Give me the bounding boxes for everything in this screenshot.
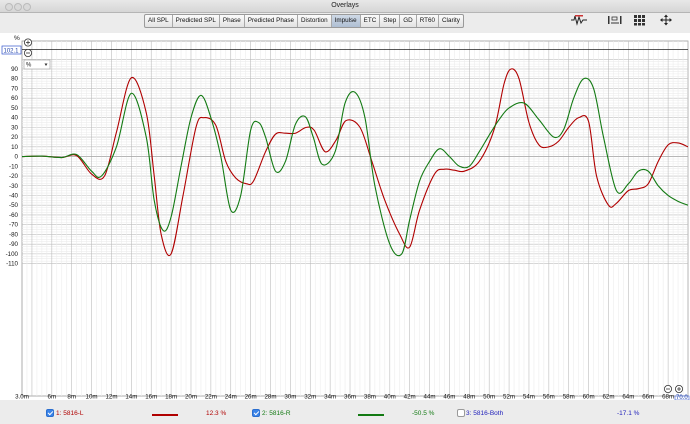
x-end-value: 70.0: [676, 395, 688, 401]
x-tick-label: 36m: [344, 394, 356, 401]
y-tick-label: -20: [9, 173, 19, 180]
x-tick-label: 46m: [443, 394, 455, 401]
x-tick-label: 64m: [622, 394, 634, 401]
impulse-chart[interactable]: 90 80 70 60 50 40 30 20 10 0 -10 -20 -30 -40 -50 -60 -70…: [0, 33, 690, 401]
x-tick-label: 14m: [125, 394, 137, 401]
y-tick-labels: 90 80 70 60 50 40 30 20 10 0 -10 -20 -30 -40 -50 -60 -70…: [6, 66, 19, 268]
y-tick-label: 30: [11, 124, 18, 131]
tab-clarity[interactable]: Clarity: [439, 15, 463, 27]
y-tick-label: 40: [11, 115, 18, 122]
x-tick-label: 10m: [86, 394, 98, 401]
series-1-cursor-value: 12.3 %: [206, 410, 227, 417]
y-tick-label: -80: [9, 231, 19, 238]
y-tick-label: 20: [11, 134, 18, 141]
x-tick-label: 50m: [483, 394, 495, 401]
y-tick-label: 80: [11, 76, 18, 83]
tab-all-spl[interactable]: All SPL: [145, 15, 173, 27]
x-tick-label: 44m: [424, 394, 436, 401]
series-2-checkbox[interactable]: [252, 409, 260, 417]
x-tick-label: 6m: [48, 394, 57, 401]
y-tick-label: -90: [9, 241, 19, 248]
y-tick-label: 10: [11, 144, 18, 151]
zoom-out-top-icon[interactable]: [23, 48, 32, 57]
unit-select-value: %: [26, 63, 32, 69]
x-tick-label: 3.0m: [15, 394, 29, 401]
x-tick-label: 24m: [225, 394, 237, 401]
x-tick-label: 34m: [324, 394, 336, 401]
move-arrows-icon[interactable]: [657, 14, 675, 26]
series-2-label[interactable]: 2: 5816-R: [262, 409, 291, 419]
title-bar: Overlays: [0, 0, 690, 13]
x-tick-label: 52m: [503, 394, 515, 401]
y-top-value: 102.1: [4, 48, 20, 54]
zoom-in-top-icon[interactable]: [23, 38, 32, 47]
tab-phase[interactable]: Phase: [220, 15, 245, 27]
grid-icon[interactable]: [630, 14, 648, 26]
x-tick-label: 60m: [583, 394, 595, 401]
x-tick-label: 20m: [185, 394, 197, 401]
waveform-capture-icon[interactable]: [570, 14, 588, 26]
series-1-label[interactable]: 1: 5816-L: [56, 409, 83, 419]
series-2-color-swatch: [358, 414, 384, 416]
tab-impulse[interactable]: Impulse: [331, 15, 361, 27]
series-2-cursor-value: -50.5 %: [412, 410, 435, 417]
impulse-graph-panel: 90 80 70 60 50 40 30 20 10 0 -10 -20 -30 -40 -50 -60 -70…: [0, 33, 690, 401]
x-tick-label: 18m: [165, 394, 177, 401]
tab-step[interactable]: Step: [380, 15, 401, 27]
series-3-cursor-value: -17.1 %: [617, 410, 640, 417]
marker-controls-icon[interactable]: [606, 14, 624, 26]
x-tick-label: 22m: [205, 394, 217, 401]
tab-etc[interactable]: ETC: [361, 15, 381, 27]
unit-select[interactable]: %: [23, 59, 51, 70]
x-tick-label: 16m: [145, 394, 157, 401]
y-unit-label: %: [14, 35, 20, 42]
y-tick-label: -10: [9, 163, 19, 170]
series-1-color-swatch: [152, 414, 178, 416]
tab-predicted-phase[interactable]: Predicted Phase: [245, 15, 298, 27]
x-tick-label: 56m: [543, 394, 555, 401]
tab-distortion[interactable]: Distortion: [298, 15, 332, 27]
series-3-checkbox[interactable]: [457, 409, 465, 417]
x-tick-label: 38m: [364, 394, 376, 401]
x-tick-label: 58m: [563, 394, 575, 401]
series-1-checkbox[interactable]: [46, 409, 54, 417]
x-tick-label: 32m: [304, 394, 316, 401]
y-tick-label: -70: [9, 222, 19, 229]
graph-tab-bar: All SPL Predicted SPL Phase Predicted Phase…: [144, 14, 464, 28]
window-title: Overlays: [331, 2, 359, 9]
y-tick-label: -110: [6, 261, 18, 268]
zoom-in-bottom-icon[interactable]: [675, 384, 684, 393]
y-tick-label: 60: [11, 95, 18, 102]
y-tick-label: -40: [9, 192, 19, 199]
y-tick-label: -60: [9, 212, 19, 219]
y-tick-label: 90: [11, 66, 18, 73]
tab-gd[interactable]: GD: [400, 15, 417, 27]
zoom-out-bottom-icon[interactable]: [664, 384, 673, 393]
y-tick-label: 50: [11, 105, 18, 112]
x-tick-label: 68m: [662, 394, 674, 401]
y-tick-label: 70: [11, 85, 18, 92]
tab-rt60[interactable]: RT60: [417, 15, 439, 27]
series-3-label[interactable]: 3: 5816-Both: [466, 409, 503, 419]
x-tick-label: 30m: [284, 394, 296, 401]
y-tick-label: -100: [6, 251, 19, 258]
tab-predicted-spl[interactable]: Predicted SPL: [173, 15, 220, 27]
x-tick-label: 66m: [642, 394, 654, 401]
x-tick-label: 8m: [67, 394, 76, 401]
x-tick-label: 12m: [105, 394, 117, 401]
x-tick-label: 26m: [245, 394, 257, 401]
x-tick-label: 40m: [384, 394, 396, 401]
x-tick-label: 54m: [523, 394, 535, 401]
y-tick-label: -50: [9, 202, 19, 209]
y-tick-label: -30: [9, 183, 19, 190]
legend-bar: 1: 5816-L 12.3 % 2: 5816-R -50.5 % 3: 5816-B…: [0, 406, 690, 424]
x-tick-label: 42m: [404, 394, 416, 401]
y-tick-label: 0: [15, 154, 19, 161]
x-tick-label: 48m: [463, 394, 475, 401]
x-tick-label: 28m: [264, 394, 276, 401]
x-tick-label: 62m: [602, 394, 614, 401]
